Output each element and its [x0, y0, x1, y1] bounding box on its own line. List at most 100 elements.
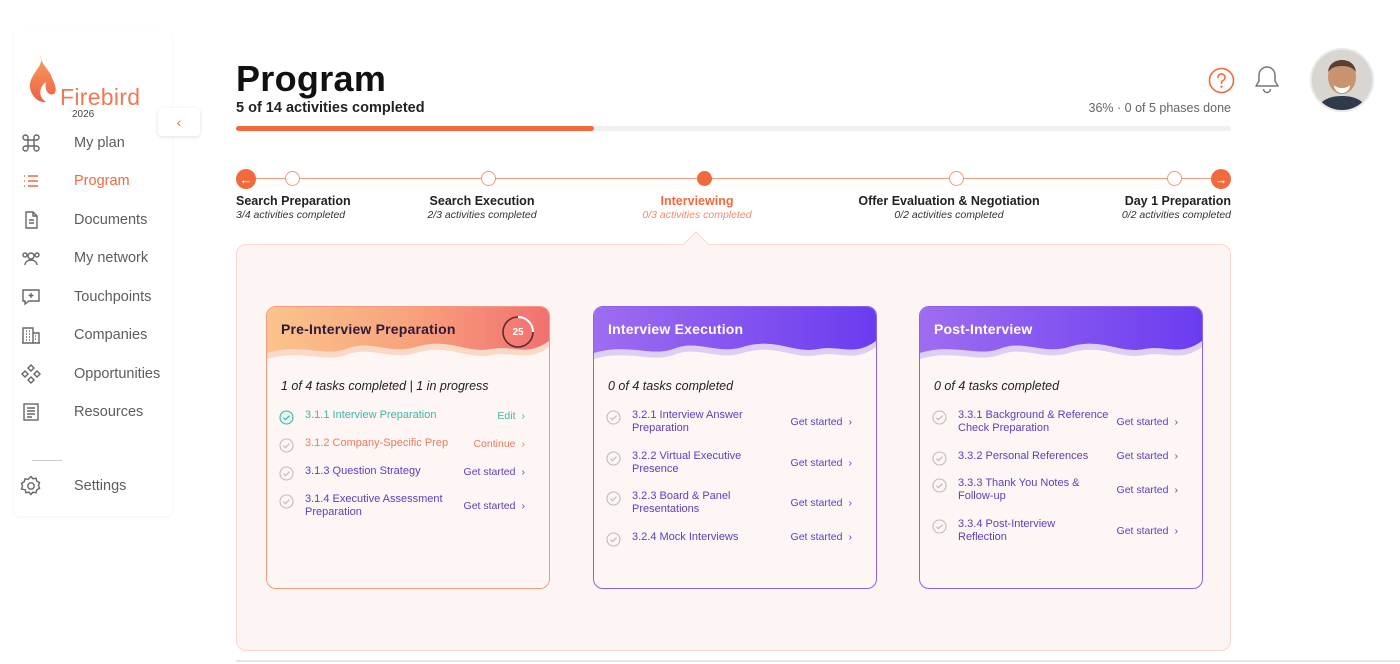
sidebar-item-label: Program: [74, 173, 130, 189]
sidebar-item-documents[interactable]: Documents: [20, 207, 147, 233]
task-action-label: Get started: [463, 500, 516, 512]
task-name: 3.2.1 Interview Answer Preparation: [632, 409, 743, 434]
task-action-button[interactable]: Get started ›: [1117, 450, 1178, 462]
task-action-label: Continue: [473, 438, 516, 450]
help-icon[interactable]: [1208, 67, 1235, 94]
task-item[interactable]: 3.2.4 Mock Interviews Get started ›: [606, 531, 864, 547]
task-item[interactable]: 3.3.2 Personal References Get started ›: [932, 450, 1190, 466]
timeline-prev-button[interactable]: ←: [236, 169, 256, 189]
task-action-button[interactable]: Get started ›: [791, 416, 852, 428]
task-item[interactable]: 3.3.1 Background & Reference Check Prepa…: [932, 409, 1190, 435]
check-circle-icon: [606, 451, 621, 466]
card-summary: 0 of 4 tasks completed: [934, 379, 1060, 393]
sidebar-item-label: Settings: [74, 478, 127, 494]
user-avatar[interactable]: [1310, 48, 1374, 112]
phase-status: 3/4 activities completed: [236, 209, 346, 221]
chevron-right-icon: ›: [1174, 450, 1179, 462]
sidebar-divider: [32, 460, 62, 461]
timeline-line: [246, 178, 1221, 179]
timeline-phase-interviewing[interactable]: Interviewing 0/3 activities completed: [615, 194, 779, 221]
task-action-button[interactable]: Get started ›: [1117, 416, 1178, 428]
check-circle-icon: [279, 438, 294, 453]
task-action-label: Get started: [790, 531, 843, 543]
task-item[interactable]: 3.3.4 Post-Interview Reflection Get star…: [932, 518, 1190, 544]
page-title: Program: [236, 58, 387, 99]
sidebar-item-touchpoints[interactable]: Touchpoints: [20, 284, 151, 310]
task-action-button[interactable]: Get started ›: [791, 457, 852, 469]
phase-name: Offer Evaluation & Negotiation: [858, 194, 1040, 208]
task-item[interactable]: 3.1.3 Question Strategy Get started ›: [279, 465, 537, 481]
timeline-dot-offer-evaluation[interactable]: [949, 171, 964, 186]
timeline-phase-offer-evaluation[interactable]: Offer Evaluation & Negotiation 0/2 activ…: [839, 194, 1059, 221]
bell-icon[interactable]: [1252, 64, 1282, 96]
task-item[interactable]: 3.2.1 Interview Answer Preparation Get s…: [606, 409, 864, 435]
chevron-right-icon: ›: [521, 410, 526, 422]
task-name: 3.3.2 Personal References: [958, 450, 1089, 462]
timeline-phase-day1-preparation[interactable]: Day 1 Preparation 0/2 activities complet…: [1071, 194, 1231, 221]
phase-name: Day 1 Preparation: [1124, 194, 1231, 208]
task-action-label: Get started: [1116, 416, 1169, 428]
sidebar-item-label: Companies: [74, 327, 148, 343]
phase-status: 0/3 activities completed: [642, 209, 752, 221]
diamond-icon: [20, 363, 42, 385]
task-item[interactable]: 3.1.1 Interview Preparation Edit ›: [279, 409, 537, 425]
sidebar-item-program[interactable]: Program: [20, 168, 130, 194]
avatar-photo: [1312, 50, 1372, 110]
card-title: Interview Execution: [608, 321, 744, 337]
task-action-button[interactable]: Continue ›: [473, 438, 525, 450]
task-action-button[interactable]: Get started ›: [464, 500, 525, 512]
task-name: 3.2.4 Mock Interviews: [632, 531, 739, 543]
task-item[interactable]: 3.2.2 Virtual Executive Presence Get sta…: [606, 450, 864, 476]
task-name: 3.3.4 Post-Interview Reflection: [958, 518, 1056, 543]
phase-status: 0/2 activities completed: [1121, 209, 1231, 221]
gear-icon: [20, 475, 42, 497]
card-title: Pre-Interview Preparation: [281, 321, 456, 337]
timeline-dot-interviewing[interactable]: [697, 171, 712, 186]
chevron-right-icon: ›: [848, 457, 853, 469]
sidebar-item-companies[interactable]: Companies: [20, 322, 147, 348]
task-name: 3.2.2 Virtual Executive Presence: [632, 450, 742, 475]
task-name: 3.2.3 Board & Panel Presentations: [632, 490, 731, 515]
timeline-next-button[interactable]: →: [1211, 169, 1231, 189]
task-action-button[interactable]: Get started ›: [464, 466, 525, 478]
sidebar-item-opportunities[interactable]: Opportunities: [20, 361, 160, 387]
task-action-button[interactable]: Get started ›: [1117, 484, 1178, 496]
chevron-right-icon: ›: [521, 500, 526, 512]
timeline-dot-day1-preparation[interactable]: [1167, 171, 1182, 186]
activity-card-pre-interview: Pre-Interview Preparation 25 1 of 4 task…: [266, 306, 550, 589]
task-item[interactable]: 3.1.2 Company-Specific Prep Continue ›: [279, 437, 537, 453]
task-action-button[interactable]: Get started ›: [791, 497, 852, 509]
timeline-phase-search-execution[interactable]: Search Execution 2/3 activities complete…: [400, 194, 564, 221]
arrow-left-icon: ←: [239, 171, 253, 187]
progress-bar: [236, 126, 1231, 131]
activity-card-post-interview: Post-Interview 0 of 4 tasks completed 3.…: [919, 306, 1203, 589]
check-circle-icon: [279, 466, 294, 481]
phase-status: 2/3 activities completed: [427, 209, 537, 221]
task-action-button[interactable]: Get started ›: [791, 531, 852, 543]
chevron-left-icon: ‹: [176, 114, 182, 130]
timeline-dot-search-execution[interactable]: [481, 171, 496, 186]
sidebar-item-resources[interactable]: Resources: [20, 399, 143, 425]
task-item[interactable]: 3.1.4 Executive Assessment Preparation G…: [279, 493, 537, 519]
sidebar-item-my-plan[interactable]: My plan: [20, 130, 125, 156]
chevron-right-icon: ›: [848, 497, 853, 509]
phase-name: Search Execution: [429, 194, 535, 208]
collapse-sidebar-button[interactable]: ‹: [158, 108, 200, 136]
timeline-phase-search-preparation[interactable]: Search Preparation 3/4 activities comple…: [236, 194, 351, 221]
sidebar-item-label: My network: [74, 250, 149, 266]
arrow-right-icon: →: [1214, 171, 1228, 187]
chevron-right-icon: ›: [848, 416, 853, 428]
card-summary: 0 of 4 tasks completed: [608, 379, 734, 393]
chevron-right-icon: ›: [1174, 525, 1179, 537]
task-item[interactable]: 3.3.3 Thank You Notes & Follow-up Get st…: [932, 477, 1190, 503]
sidebar-item-label: Resources: [74, 404, 144, 420]
document-icon: [20, 209, 42, 231]
task-item[interactable]: 3.2.3 Board & Panel Presentations Get st…: [606, 490, 864, 516]
task-action-button[interactable]: Get started ›: [1117, 525, 1178, 537]
phase-name: Search Preparation: [236, 194, 351, 208]
timeline-dot-search-preparation[interactable]: [285, 171, 300, 186]
sidebar-item-settings[interactable]: Settings: [20, 473, 126, 499]
task-action-button[interactable]: Edit ›: [497, 410, 525, 422]
check-circle-icon: [932, 519, 947, 534]
sidebar-item-my-network[interactable]: My network: [20, 245, 148, 271]
